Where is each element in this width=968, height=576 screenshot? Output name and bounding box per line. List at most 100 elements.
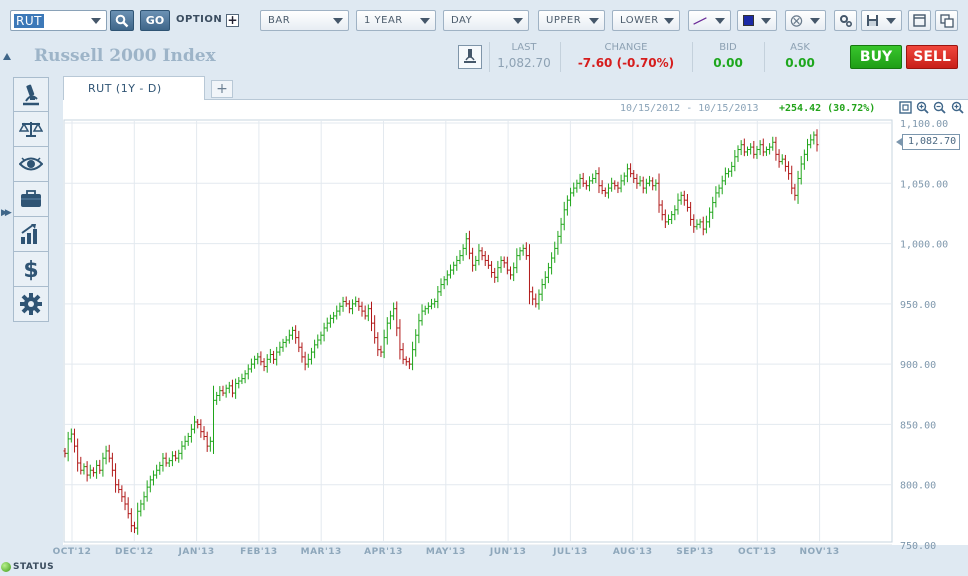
x-tick-label: DEC'12 — [115, 547, 154, 557]
last-price-badge: 1,082.70 — [896, 134, 960, 150]
save-select[interactable] — [861, 10, 902, 31]
save-icon — [867, 15, 878, 26]
chevron-down-icon — [664, 17, 674, 24]
status-label: STATUS — [13, 562, 55, 572]
buy-button[interactable]: BUY — [850, 45, 902, 69]
period-select[interactable]: 1 YEAR — [356, 10, 436, 31]
search-button[interactable] — [110, 10, 134, 31]
zoom-fit-icon — [898, 100, 912, 114]
sidenav-performance[interactable] — [13, 217, 49, 252]
y-tick-label: 800.00 — [900, 481, 936, 492]
option-label[interactable]: OPTION — [176, 14, 222, 25]
upper-study-select[interactable]: UPPER — [538, 10, 605, 31]
chevron-down-icon — [420, 17, 430, 24]
last-quote: LAST 1,082.70 — [492, 42, 556, 70]
chevron-down-icon — [761, 17, 771, 24]
add-tab-button[interactable]: + — [211, 80, 233, 98]
go-button[interactable]: GO — [140, 10, 170, 31]
x-tick-label: JAN'13 — [178, 547, 215, 557]
x-tick-label: OCT'13 — [738, 547, 777, 557]
svg-text:$: $ — [23, 258, 38, 282]
tab-rut-1y-d[interactable]: RUT (1Y - D) — [63, 76, 205, 100]
change-quote: CHANGE -7.60 (-0.70%) — [566, 42, 686, 70]
chevron-down-icon — [715, 17, 725, 24]
zoom-out-button[interactable] — [932, 100, 946, 114]
sell-button[interactable]: SELL — [906, 45, 958, 69]
chart-type-select[interactable]: BAR — [260, 10, 349, 31]
change-value: -7.60 (-0.70%) — [577, 56, 675, 70]
y-axis: 1,100.00 1,050.00 1,000.00 950.00 900.00 850.… — [900, 119, 948, 552]
ask-quote: ASK 0.00 — [770, 42, 830, 70]
x-tick-label: SEP'13 — [676, 547, 714, 557]
plus-icon: + — [227, 13, 238, 27]
sidenav-compare[interactable] — [13, 112, 49, 147]
sidenav-settings[interactable] — [13, 287, 49, 322]
gear-icon — [20, 293, 42, 315]
x-tick-label: FEB'13 — [240, 547, 277, 557]
chevron-down-icon — [91, 17, 101, 24]
settings-icon — [839, 14, 852, 27]
zoom-fit-button[interactable] — [898, 100, 912, 114]
sidenav-trade[interactable]: $ — [13, 252, 49, 287]
symbol-input[interactable]: RUT — [10, 10, 107, 31]
crosshair-select[interactable] — [785, 10, 826, 31]
x-tick-label: OCT'12 — [53, 547, 92, 557]
chart-date-range: 10/15/2012 - 10/15/2013 — [620, 103, 759, 114]
chevron-down-icon — [513, 17, 523, 24]
ask-value: 0.00 — [785, 56, 815, 70]
y-tick-label: 1,050.00 — [900, 179, 948, 190]
ask-label: ASK — [790, 42, 810, 53]
expand-sidebar-icon[interactable]: ▶▶ — [1, 208, 12, 218]
chart-performance: +254.42 (30.72%) — [779, 103, 876, 114]
zoom-in-button[interactable] — [915, 100, 929, 114]
x-tick-label: JUN'13 — [489, 547, 526, 557]
plus-icon: + — [216, 81, 228, 97]
zoom-in-more-button[interactable] — [950, 100, 964, 114]
dollar-icon: $ — [23, 258, 38, 282]
sidenav-research[interactable] — [13, 77, 49, 112]
status-dot-icon — [1, 562, 11, 572]
microscope-icon — [464, 49, 476, 63]
zoom-in-icon — [951, 101, 964, 114]
x-axis: OCT'12 DEC'12 JAN'13 FEB'13 MAR'13 APR'13 MAY'… — [53, 547, 840, 557]
y-tick-label: 1,000.00 — [900, 240, 948, 251]
microscope-icon — [23, 84, 39, 105]
x-tick-label: JUL'13 — [552, 547, 588, 557]
bar-growth-icon — [21, 224, 37, 244]
zoom-in-icon — [916, 101, 929, 114]
multi-window-button[interactable] — [935, 10, 958, 31]
bid-value: 0.00 — [713, 56, 743, 70]
lower-study-select[interactable]: LOWER — [612, 10, 680, 31]
bid-label: BID — [719, 42, 737, 53]
y-tick-label: 900.00 — [900, 360, 936, 371]
collapse-header-icon[interactable] — [3, 53, 11, 60]
option-add-button[interactable]: + — [226, 14, 239, 27]
snapshot-button[interactable] — [458, 45, 482, 69]
chevron-down-icon — [333, 17, 343, 24]
last-label: LAST — [511, 42, 537, 53]
status-indicator[interactable]: STATUS — [1, 562, 54, 572]
window-button[interactable] — [908, 10, 931, 31]
scale-icon — [19, 122, 43, 137]
eye-icon — [19, 157, 43, 171]
draw-tool-select[interactable] — [688, 10, 731, 31]
color-select[interactable] — [737, 10, 777, 31]
sidenav-watch[interactable] — [13, 147, 49, 182]
zoom-out-icon — [933, 101, 946, 114]
chart-grid — [63, 119, 893, 546]
x-tick-label: AUG'13 — [613, 547, 653, 557]
chevron-down-icon — [589, 17, 599, 24]
briefcase-icon — [21, 190, 41, 207]
page-title: Russell 2000 Index — [34, 46, 216, 66]
toolbar: RUT GO OPTION + BAR 1 YEAR DAY UPPER LOW… — [0, 0, 968, 40]
bid-quote: BID 0.00 — [698, 42, 758, 70]
chevron-down-icon — [810, 17, 820, 24]
interval-select[interactable]: DAY — [443, 10, 529, 31]
settings-button[interactable] — [834, 10, 857, 31]
sidenav-portfolio[interactable] — [13, 182, 49, 217]
y-tick-label: 950.00 — [900, 300, 936, 311]
chevron-down-icon — [886, 17, 896, 24]
multi-window-icon — [939, 13, 954, 28]
color-icon — [743, 15, 754, 26]
window-icon — [913, 14, 926, 27]
